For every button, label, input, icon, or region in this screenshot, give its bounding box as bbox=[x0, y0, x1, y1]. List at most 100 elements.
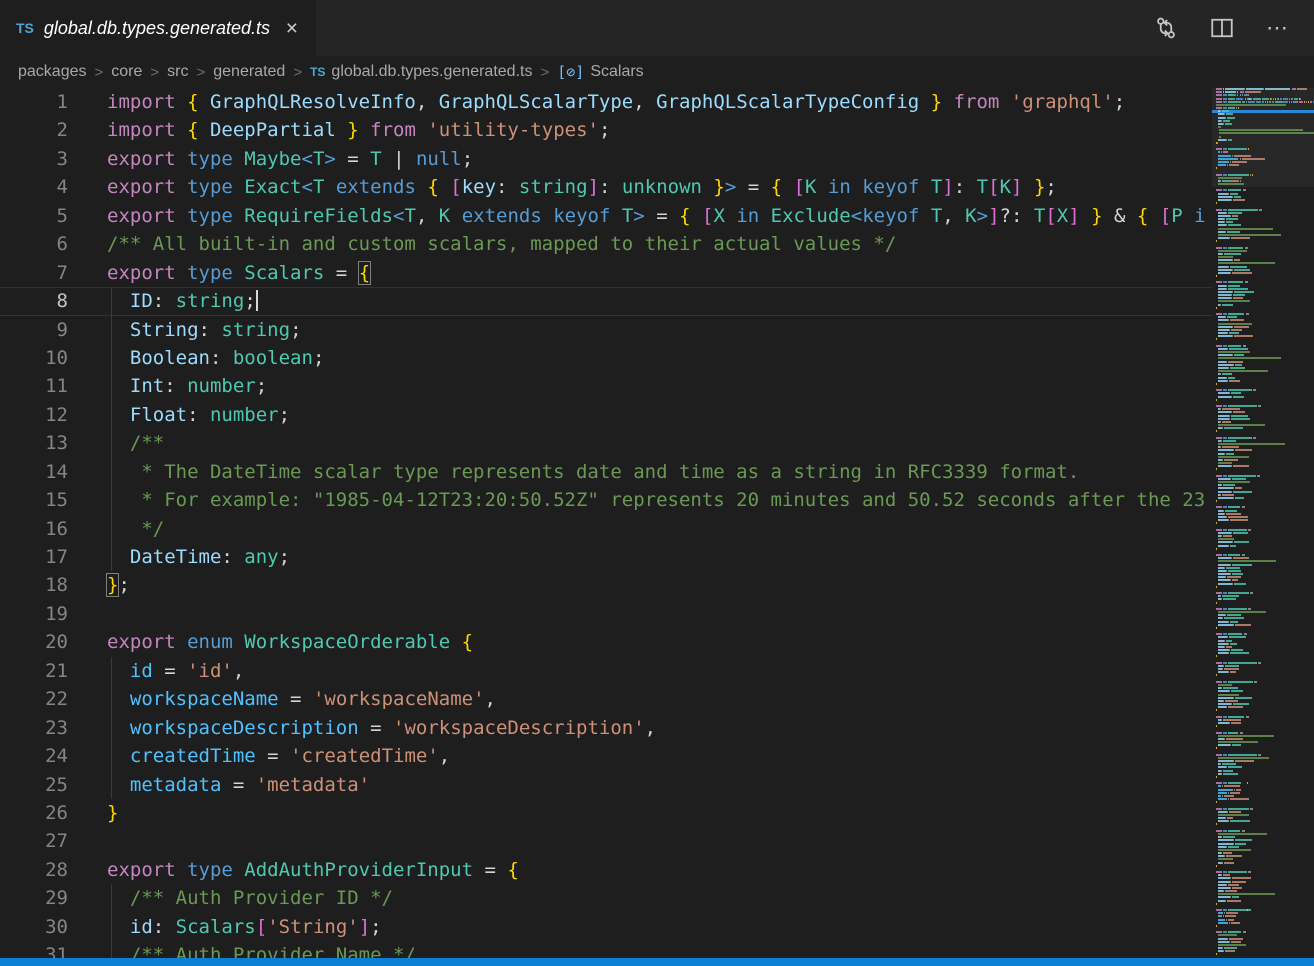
tab-title: global.db.types.generated.ts bbox=[44, 18, 270, 39]
breadcrumb-item-generated[interactable]: generated bbox=[213, 63, 285, 81]
code-line-14[interactable]: 14 * The DateTime scalar type represents… bbox=[0, 458, 1212, 486]
code-line-29[interactable]: 29 /** Auth Provider ID */ bbox=[0, 884, 1212, 912]
editor-tab[interactable]: TS global.db.types.generated.ts × bbox=[0, 0, 316, 56]
indent-guide bbox=[111, 771, 112, 799]
code-text: export enum WorkspaceOrderable { bbox=[107, 628, 473, 656]
close-icon[interactable]: × bbox=[282, 16, 302, 41]
code-line-22[interactable]: 22 workspaceName = 'workspaceName', bbox=[0, 685, 1212, 713]
code-line-3[interactable]: 3export type Maybe<T> = T | null; bbox=[0, 145, 1212, 173]
line-number[interactable]: 17 bbox=[0, 543, 68, 571]
indent-guide bbox=[111, 543, 112, 571]
code-line-30[interactable]: 30 id: Scalars['String']; bbox=[0, 913, 1212, 941]
vscode-window: { "tab_bar": { "tabs": [ { "title": "glo… bbox=[0, 0, 1314, 966]
line-number[interactable]: 28 bbox=[0, 856, 68, 884]
breadcrumb-item-scalars[interactable]: [⊘]Scalars bbox=[557, 63, 643, 81]
code-text: ID: string; bbox=[107, 287, 258, 315]
code-line-28[interactable]: 28export type AddAuthProviderInput = { bbox=[0, 856, 1212, 884]
line-number[interactable]: 20 bbox=[0, 628, 68, 656]
line-number[interactable]: 25 bbox=[0, 771, 68, 799]
code-line-13[interactable]: 13 /** bbox=[0, 429, 1212, 457]
line-number[interactable]: 9 bbox=[0, 316, 68, 344]
line-number[interactable]: 11 bbox=[0, 372, 68, 400]
code-line-2[interactable]: 2import { DeepPartial } from 'utility-ty… bbox=[0, 116, 1212, 144]
status-bar[interactable] bbox=[0, 958, 1314, 966]
code-line-4[interactable]: 4export type Exact<T extends { [key: str… bbox=[0, 173, 1212, 201]
code-text: /** All built-in and custom scalars, map… bbox=[107, 230, 896, 258]
breadcrumb-item-global.db.types.generated.ts[interactable]: TSglobal.db.types.generated.ts bbox=[310, 63, 532, 81]
line-number[interactable]: 4 bbox=[0, 173, 68, 201]
code-line-24[interactable]: 24 createdTime = 'createdTime', bbox=[0, 742, 1212, 770]
line-number[interactable]: 6 bbox=[0, 230, 68, 258]
line-number[interactable]: 2 bbox=[0, 116, 68, 144]
line-number[interactable]: 24 bbox=[0, 742, 68, 770]
indent-guide bbox=[111, 884, 112, 912]
line-number[interactable]: 26 bbox=[0, 799, 68, 827]
line-number[interactable]: 18 bbox=[0, 571, 68, 599]
line-number[interactable]: 19 bbox=[0, 600, 68, 628]
indent-guide bbox=[111, 401, 112, 429]
code-line-19[interactable]: 19 bbox=[0, 600, 1212, 628]
code-line-15[interactable]: 15 * For example: "1985-04-12T23:20:50.5… bbox=[0, 486, 1212, 514]
minimap[interactable] bbox=[1212, 88, 1314, 958]
chevron-right-icon: > bbox=[196, 64, 205, 81]
code-line-7[interactable]: 7export type Scalars = { bbox=[0, 259, 1212, 287]
code-line-20[interactable]: 20 export enum WorkspaceOrderable { bbox=[0, 628, 1212, 656]
line-number[interactable]: 8 bbox=[0, 287, 68, 315]
code-text: /** Auth Provider ID */ bbox=[107, 884, 393, 912]
code-text: export type RequireFields<T, K extends k… bbox=[107, 202, 1206, 230]
indent-guide bbox=[111, 515, 112, 543]
line-number[interactable]: 29 bbox=[0, 884, 68, 912]
code-line-25[interactable]: 25 metadata = 'metadata' bbox=[0, 771, 1212, 799]
line-number[interactable]: 5 bbox=[0, 202, 68, 230]
code-line-21[interactable]: 21 id = 'id', bbox=[0, 657, 1212, 685]
indent-guide bbox=[111, 685, 112, 713]
line-number[interactable]: 16 bbox=[0, 515, 68, 543]
line-number[interactable]: 13 bbox=[0, 429, 68, 457]
more-actions-icon[interactable]: ⋯ bbox=[1266, 17, 1290, 39]
code-line-11[interactable]: 11 Int: number; bbox=[0, 372, 1212, 400]
code-line-31[interactable]: 31 /** Auth Provider Name */ bbox=[0, 941, 1212, 958]
breadcrumb-item-src[interactable]: src bbox=[167, 63, 188, 81]
breadcrumb-label: generated bbox=[213, 63, 285, 81]
code-area[interactable]: 1import { GraphQLResolveInfo, GraphQLSca… bbox=[0, 88, 1212, 958]
code-line-10[interactable]: 10 Boolean: boolean; bbox=[0, 344, 1212, 372]
line-number[interactable]: 21 bbox=[0, 657, 68, 685]
line-number[interactable]: 3 bbox=[0, 145, 68, 173]
line-number[interactable]: 30 bbox=[0, 913, 68, 941]
code-line-23[interactable]: 23 workspaceDescription = 'workspaceDesc… bbox=[0, 714, 1212, 742]
line-number[interactable]: 27 bbox=[0, 827, 68, 855]
code-text: createdTime = 'createdTime', bbox=[107, 742, 450, 770]
line-number[interactable]: 22 bbox=[0, 685, 68, 713]
line-number[interactable]: 7 bbox=[0, 259, 68, 287]
chevron-right-icon: > bbox=[150, 64, 159, 81]
code-line-12[interactable]: 12 Float: number; bbox=[0, 401, 1212, 429]
indent-guide bbox=[111, 316, 112, 344]
line-number[interactable]: 15 bbox=[0, 486, 68, 514]
code-line-1[interactable]: 1import { GraphQLResolveInfo, GraphQLSca… bbox=[0, 88, 1212, 116]
breadcrumb-label: src bbox=[167, 63, 188, 81]
code-line-6[interactable]: 6 /** All built-in and custom scalars, ma… bbox=[0, 230, 1212, 258]
indent-guide bbox=[111, 287, 112, 315]
code-line-17[interactable]: 17 DateTime: any; bbox=[0, 543, 1212, 571]
code-line-18[interactable]: 18}; bbox=[0, 571, 1212, 599]
line-number[interactable]: 14 bbox=[0, 458, 68, 486]
line-number[interactable]: 12 bbox=[0, 401, 68, 429]
code-line-5[interactable]: 5 export type RequireFields<T, K extends … bbox=[0, 202, 1212, 230]
code-line-27[interactable]: 27 bbox=[0, 827, 1212, 855]
code-text: Int: number; bbox=[107, 372, 267, 400]
breadcrumb-item-packages[interactable]: packages bbox=[18, 63, 87, 81]
code-line-8[interactable]: 8 ID: string; bbox=[0, 287, 1212, 315]
code-line-16[interactable]: 16 */ bbox=[0, 515, 1212, 543]
code-line-26[interactable]: 26} bbox=[0, 799, 1212, 827]
line-number[interactable]: 23 bbox=[0, 714, 68, 742]
open-changes-icon[interactable] bbox=[1154, 16, 1178, 40]
line-number[interactable]: 31 bbox=[0, 941, 68, 958]
code-text: }; bbox=[107, 571, 130, 599]
code-text: /** bbox=[107, 429, 164, 457]
breadcrumb-item-core[interactable]: core bbox=[111, 63, 142, 81]
split-editor-icon[interactable] bbox=[1210, 16, 1234, 40]
code-line-9[interactable]: 9 String: string; bbox=[0, 316, 1212, 344]
chevron-right-icon: > bbox=[293, 64, 302, 81]
line-number[interactable]: 1 bbox=[0, 88, 68, 116]
line-number[interactable]: 10 bbox=[0, 344, 68, 372]
